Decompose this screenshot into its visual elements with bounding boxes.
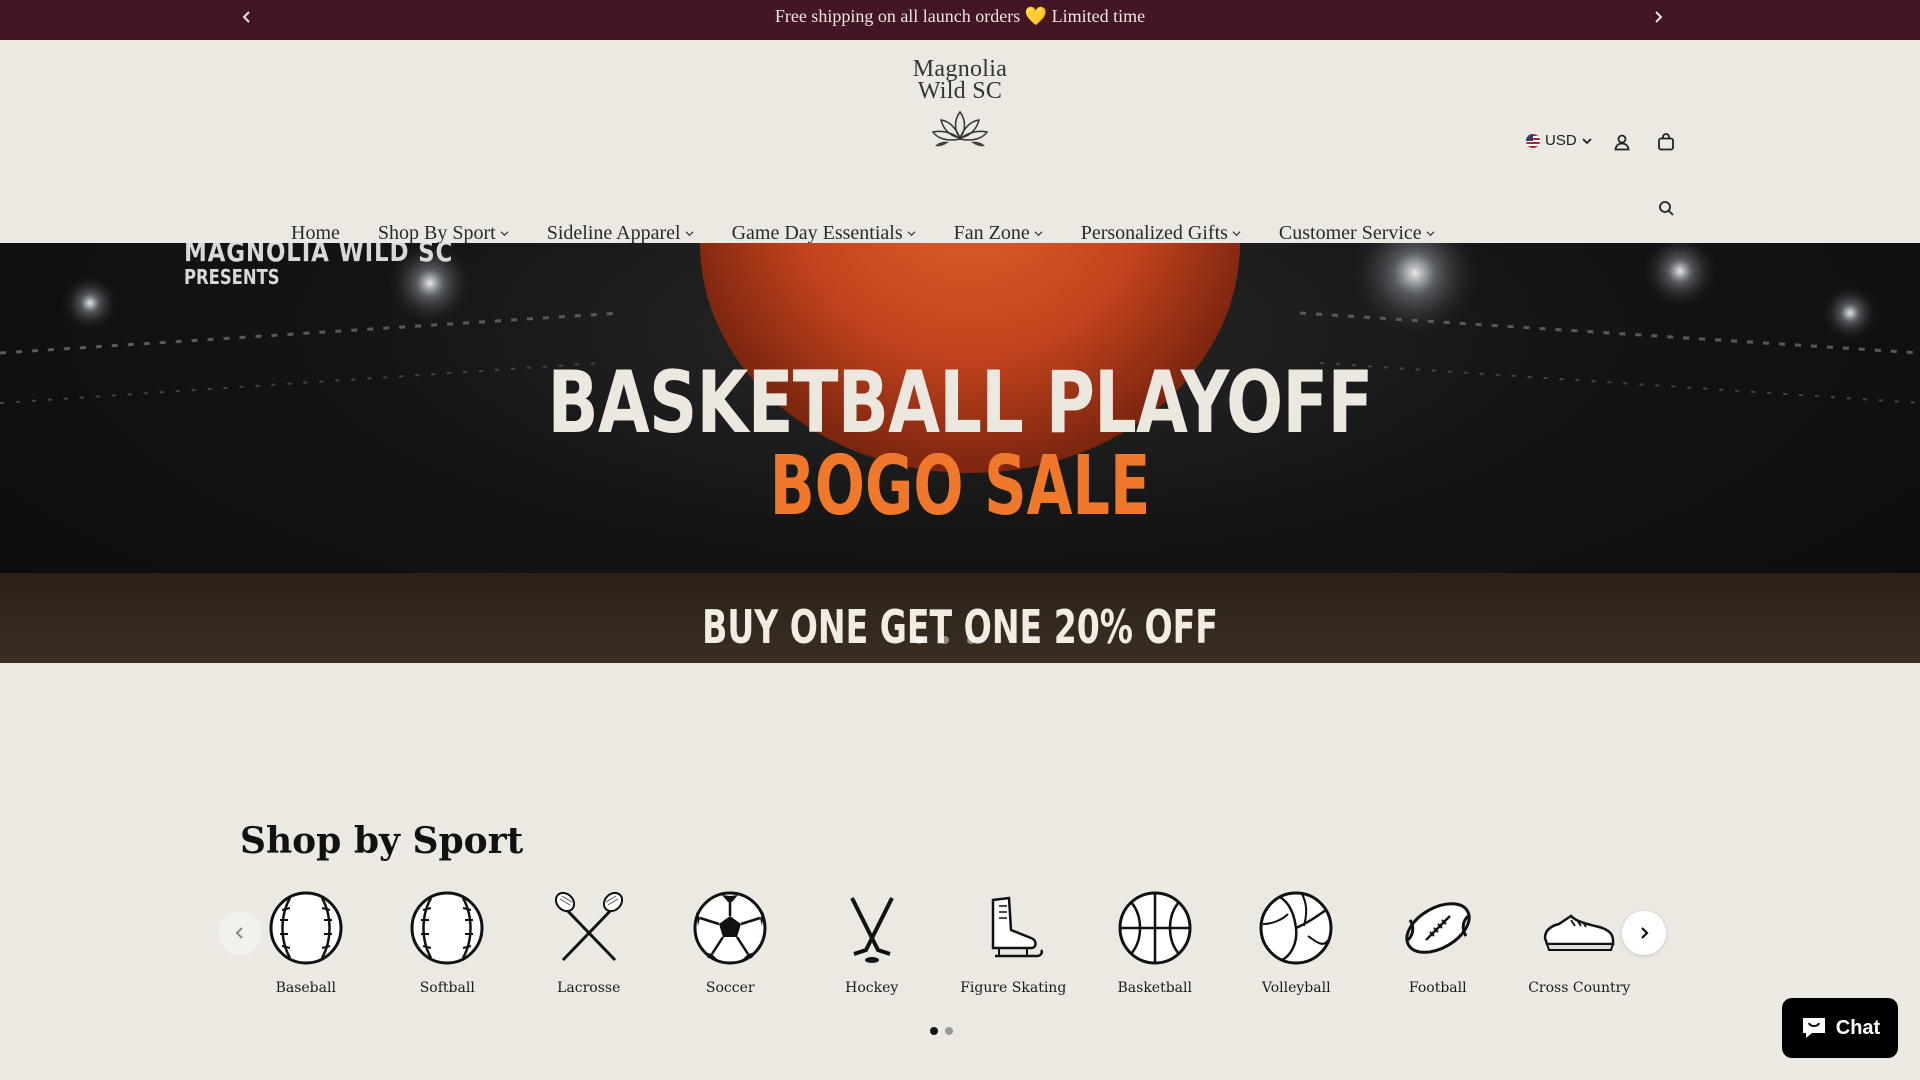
sport-item-lacrosse[interactable]: Lacrosse xyxy=(518,890,660,996)
announcement-bar: Free shipping on all launch orders 💛 Lim… xyxy=(0,0,1920,40)
cart-button[interactable] xyxy=(1651,127,1681,157)
magnolia-flower-icon xyxy=(931,110,989,147)
hero-banner[interactable]: MAGNOLIA WILD SC PRESENTS BASKETBALL PLA… xyxy=(0,243,1920,663)
hero-slide-dot[interactable] xyxy=(915,636,923,644)
currency-selector[interactable]: USD xyxy=(1526,132,1592,149)
nav-item-customer-service[interactable]: Customer Service xyxy=(1279,222,1435,245)
nav-item-label: Customer Service xyxy=(1278,222,1422,244)
shop-by-sport-title: Shop by Sport xyxy=(240,820,524,862)
account-icon xyxy=(1614,134,1630,151)
nav-item-shop-by-sport[interactable]: Shop By Sport xyxy=(378,222,509,245)
site-logo[interactable]: Magnolia Wild SC xyxy=(905,56,1015,168)
chevron-down-icon xyxy=(1232,231,1241,237)
baseball-icon xyxy=(269,891,343,965)
sports-carousel: Baseball Softball Lacrosse Soccer Hockey… xyxy=(235,890,1650,996)
running-shoe-icon xyxy=(1543,914,1615,951)
hero-deal: BUY ONE GET ONE 20% OFF xyxy=(702,600,1218,654)
chat-bubble-icon xyxy=(1802,1018,1825,1038)
chevron-right-icon xyxy=(1641,927,1649,939)
nav-item-label: Personalized Gifts xyxy=(1080,222,1228,244)
search-button[interactable] xyxy=(1651,193,1681,223)
chat-button[interactable]: Chat xyxy=(1782,998,1898,1058)
nav-item-label: Sideline Apparel xyxy=(546,222,681,244)
nav-item-fan-zone[interactable]: Fan Zone xyxy=(954,222,1043,245)
sport-label: Softball xyxy=(419,980,475,996)
hero-slide-dot[interactable] xyxy=(967,636,975,644)
sport-label: Soccer xyxy=(705,980,755,996)
site-header: Magnolia Wild SC USD Home Shop By Sport … xyxy=(0,40,1920,245)
lacrosse-icon xyxy=(554,891,623,962)
hockey-sticks-icon xyxy=(849,897,894,963)
chevron-down-icon xyxy=(907,231,916,237)
hero-presents: PRESENTS xyxy=(184,265,280,289)
chevron-down-icon xyxy=(685,231,694,237)
nav-item-home[interactable]: Home xyxy=(291,222,340,245)
logo-text-line1: Magnolia xyxy=(912,56,1008,82)
softball-icon xyxy=(410,891,484,965)
nav-item-personalized-gifts[interactable]: Personalized Gifts xyxy=(1081,222,1241,245)
currency-label: USD xyxy=(1545,132,1577,149)
hero-slide-dot[interactable] xyxy=(941,636,949,644)
nav-item-label: Shop By Sport xyxy=(377,222,496,244)
main-nav: Home Shop By Sport Sideline Apparel Game… xyxy=(291,222,1473,245)
nav-item-label: Home xyxy=(291,222,340,244)
sport-item-hockey[interactable]: Hockey xyxy=(801,890,943,996)
volleyball-icon xyxy=(1259,891,1333,965)
pagination-dot-1[interactable] xyxy=(930,1027,938,1035)
sports-next-button[interactable] xyxy=(1622,911,1666,955)
flag-icon xyxy=(1526,133,1540,148)
hero-headline: BASKETBALL PLAYOFF xyxy=(547,353,1373,453)
chevron-down-icon xyxy=(1034,231,1043,237)
announcement-message: Free shipping on all launch orders 💛 Lim… xyxy=(774,6,1146,26)
nav-item-game-day-essentials[interactable]: Game Day Essentials xyxy=(732,222,916,245)
soccer-ball-icon xyxy=(693,891,767,965)
sport-item-baseball[interactable]: Baseball xyxy=(235,890,377,996)
sport-item-volleyball[interactable]: Volleyball xyxy=(1226,890,1368,996)
cart-icon xyxy=(1658,133,1674,151)
sport-label: Volleyball xyxy=(1261,980,1331,996)
sport-item-figure-skating[interactable]: Figure Skating xyxy=(943,890,1085,996)
hero-slide-indicators xyxy=(915,636,975,644)
chevron-down-icon xyxy=(1582,137,1592,144)
sport-label: Hockey xyxy=(845,980,899,996)
hero-subheadline: BOGO SALE xyxy=(769,439,1151,534)
announcement-next-button[interactable] xyxy=(1645,4,1671,30)
sport-label: Cross Country xyxy=(1528,980,1631,996)
sport-item-soccer[interactable]: Soccer xyxy=(660,890,802,996)
account-button[interactable] xyxy=(1607,127,1637,157)
sport-label: Basketball xyxy=(1117,980,1192,996)
pagination-dot-2[interactable] xyxy=(945,1027,953,1035)
sport-label: Figure Skating xyxy=(960,980,1067,996)
sports-pagination xyxy=(930,1027,953,1035)
hero-brand: MAGNOLIA WILD SC xyxy=(184,243,454,268)
chevron-down-icon xyxy=(1426,231,1435,237)
chevron-right-icon xyxy=(1655,11,1663,23)
logo-text-line2: Wild SC xyxy=(917,78,1003,104)
chat-label: Chat xyxy=(1835,1016,1881,1039)
ice-skate-icon xyxy=(992,896,1044,958)
search-icon xyxy=(1658,200,1674,216)
basketball-icon xyxy=(1118,891,1192,965)
sport-item-basketball[interactable]: Basketball xyxy=(1084,890,1226,996)
football-icon xyxy=(1405,902,1471,954)
sport-label: Baseball xyxy=(275,980,336,996)
nav-item-label: Game Day Essentials xyxy=(731,222,903,244)
sport-label: Lacrosse xyxy=(557,980,621,996)
sport-item-softball[interactable]: Softball xyxy=(377,890,519,996)
sport-label: Football xyxy=(1408,980,1467,996)
sport-item-football[interactable]: Football xyxy=(1367,890,1509,996)
chevron-down-icon xyxy=(500,231,509,237)
nav-item-label: Fan Zone xyxy=(953,222,1030,244)
nav-item-sideline-apparel[interactable]: Sideline Apparel xyxy=(547,222,694,245)
